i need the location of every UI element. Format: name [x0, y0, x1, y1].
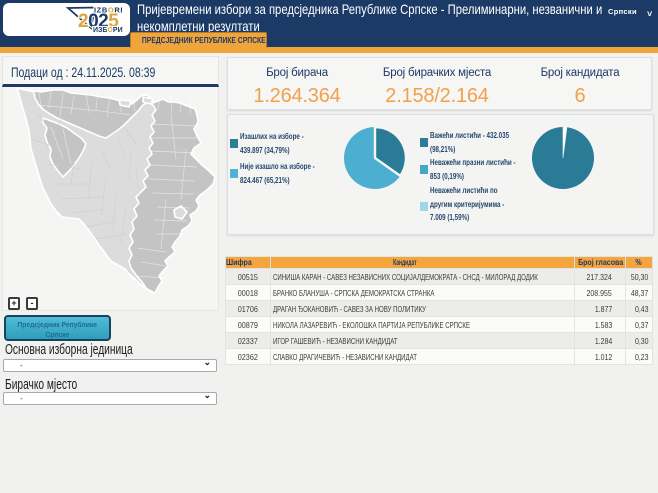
svg-text:ИЗБОРИ: ИЗБОРИ	[93, 27, 123, 34]
